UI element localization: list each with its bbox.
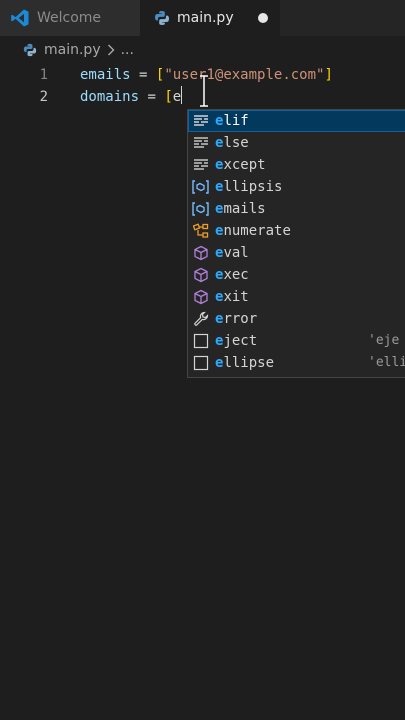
suggestion-label: except bbox=[215, 157, 266, 173]
suggestion-label: ellipse bbox=[215, 355, 275, 371]
suggestion-item[interactable]: emails bbox=[188, 198, 405, 220]
suggestion-label: eval bbox=[215, 245, 249, 261]
suggestion-label-text: lif bbox=[223, 113, 249, 129]
suggestion-label-text: val bbox=[223, 245, 249, 261]
suggestion-label: error bbox=[215, 311, 258, 327]
python-icon bbox=[154, 10, 170, 26]
suggestion-label-text: numerate bbox=[223, 223, 291, 239]
suggestion-label: exit bbox=[215, 289, 249, 305]
suggestion-label: exec bbox=[215, 267, 249, 283]
suggestion-label: else bbox=[215, 135, 249, 151]
keyword-snippet-icon bbox=[192, 157, 209, 173]
suggestion-item[interactable]: except bbox=[188, 154, 405, 176]
suggestion-item[interactable]: enumerate bbox=[188, 220, 405, 242]
breadcrumb-file[interactable]: main.py bbox=[44, 42, 101, 58]
line-number: 2 bbox=[39, 89, 48, 105]
suggestion-item[interactable]: eject 'eje bbox=[188, 330, 405, 352]
method-cube-icon bbox=[192, 245, 209, 261]
suggestion-label: elif bbox=[215, 113, 249, 129]
suggestion-label-text: llipsis bbox=[223, 179, 283, 195]
suggestion-widget: elif else except ellipsis emails enumera… bbox=[187, 109, 405, 378]
suggestion-detail: 'elli bbox=[368, 355, 405, 370]
suggestion-label-text: ject bbox=[223, 333, 258, 349]
chevron-right-icon bbox=[107, 43, 117, 57]
method-cube-icon bbox=[192, 267, 209, 283]
tab-welcome[interactable]: Welcome bbox=[0, 0, 140, 36]
variable-icon bbox=[192, 179, 209, 195]
suggestion-item[interactable]: ellipse 'elli bbox=[188, 352, 405, 374]
variable-icon bbox=[192, 201, 209, 217]
suggestion-label-text: xit bbox=[223, 289, 249, 305]
tab-main-py[interactable]: main.py bbox=[140, 0, 280, 36]
suggestion-label-text: llipse bbox=[223, 355, 275, 371]
wrench-icon bbox=[192, 311, 209, 327]
suggestion-item[interactable]: error bbox=[188, 308, 405, 330]
suggestion-detail: 'eje bbox=[368, 333, 400, 348]
keyword-snippet-icon bbox=[192, 135, 209, 151]
suggestion-item[interactable]: ellipsis bbox=[188, 176, 405, 198]
breadcrumb-symbol[interactable]: ... bbox=[121, 42, 134, 58]
suggestion-item[interactable]: else bbox=[188, 132, 405, 154]
keyword-snippet-icon bbox=[192, 113, 209, 129]
suggestion-label-text: rror bbox=[223, 311, 258, 327]
python-icon bbox=[23, 43, 37, 57]
text-cursor bbox=[181, 86, 183, 104]
tab-bar: Welcome main.py bbox=[0, 0, 405, 36]
suggestion-item[interactable]: elif bbox=[188, 110, 405, 132]
breadcrumb: main.py ... bbox=[0, 36, 405, 64]
suggestion-label-text: xcept bbox=[223, 157, 266, 173]
snippet-box-icon bbox=[192, 355, 209, 371]
suggestion-label: ellipsis bbox=[215, 179, 283, 195]
vscode-logo-icon bbox=[10, 8, 30, 28]
suggestion-label: emails bbox=[215, 201, 266, 217]
unsaved-dot-icon[interactable] bbox=[258, 13, 268, 23]
suggestion-item[interactable]: eval bbox=[188, 242, 405, 264]
tab-label: main.py bbox=[177, 10, 234, 26]
suggestion-item[interactable]: exec bbox=[188, 264, 405, 286]
line-number: 1 bbox=[39, 67, 48, 83]
ibeam-cursor-icon bbox=[200, 75, 208, 107]
suggestion-label-text: lse bbox=[223, 135, 249, 151]
tab-label: Welcome bbox=[37, 10, 102, 26]
suggestion-label: enumerate bbox=[215, 223, 291, 239]
suggestion-label-text: xec bbox=[223, 267, 249, 283]
suggestion-label-text: mails bbox=[223, 201, 266, 217]
method-cube-icon bbox=[192, 289, 209, 305]
class-icon bbox=[192, 223, 209, 239]
suggestion-item[interactable]: exit bbox=[188, 286, 405, 308]
snippet-box-icon bbox=[192, 333, 209, 349]
line-2-code[interactable]: domains = [e bbox=[80, 86, 183, 108]
suggestion-label: eject bbox=[215, 333, 258, 349]
